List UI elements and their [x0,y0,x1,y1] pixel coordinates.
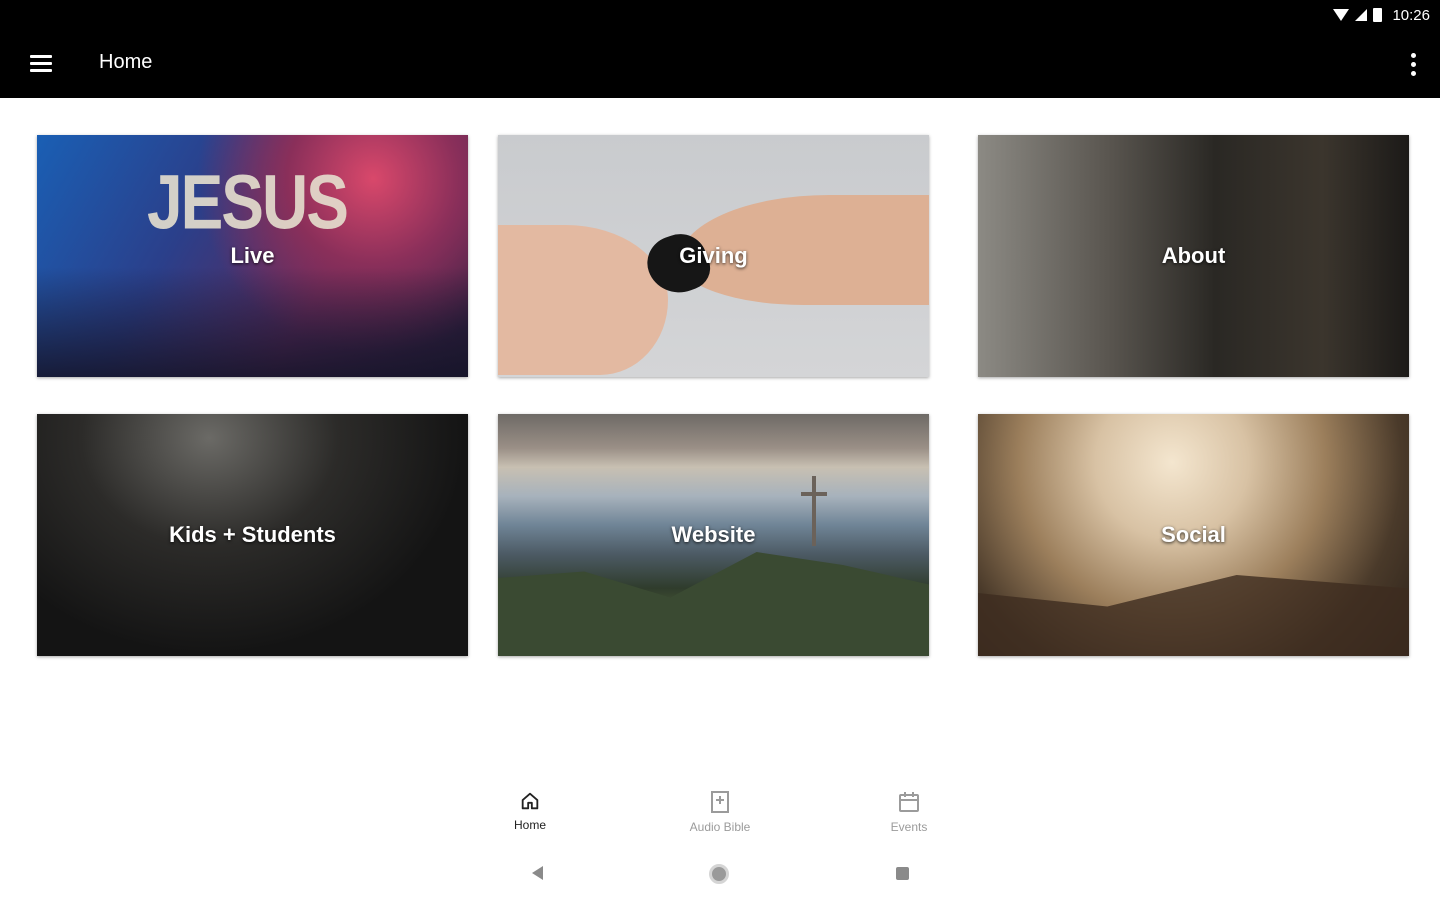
tile-label: Website [671,522,756,547]
page-title: Home [99,51,153,73]
home-icon [521,792,539,810]
back-icon[interactable] [532,866,543,880]
tile-giving[interactable]: Giving [498,135,929,377]
tile-social[interactable]: Social [978,414,1409,656]
tile-about[interactable]: About [978,135,1409,377]
nav-audio-bible-label: Audio Bible [689,820,751,834]
home-circle-icon[interactable] [709,864,729,884]
nav-home-label: Home [513,818,546,832]
nav-home[interactable]: Home [470,790,590,844]
tile-live[interactable]: JESUS Live [37,135,468,377]
recents-icon[interactable] [896,867,909,880]
wifi-icon [1333,9,1350,21]
tile-image-text: JESUS [147,158,349,246]
system-navigation [0,856,1440,892]
status-time: 10:26 [1392,6,1430,24]
tile-label: Social [1161,522,1226,547]
status-bar: 10:26 [1333,4,1430,26]
nav-audio-bible[interactable]: Audio Bible [660,790,780,844]
bottom-navigation: Home Audio Bible Events [0,776,1440,846]
tile-label: About [1161,243,1226,268]
tile-kids-students[interactable]: Kids + Students [37,414,468,656]
tile-label: Giving [679,243,748,268]
nav-events-label: Events [890,820,928,834]
calendar-icon [899,792,919,812]
nav-events[interactable]: Events [849,790,969,844]
signal-icon [1355,9,1368,21]
battery-icon [1373,8,1383,22]
hamburger-menu-icon[interactable] [24,48,58,78]
tile-label: Kids + Students [169,522,336,547]
more-vert-icon[interactable] [1406,50,1420,78]
bible-icon [711,791,729,813]
tile-website[interactable]: Website [498,414,929,656]
app-bar: 10:26 Home [0,0,1440,98]
tile-label: Live [230,243,275,268]
